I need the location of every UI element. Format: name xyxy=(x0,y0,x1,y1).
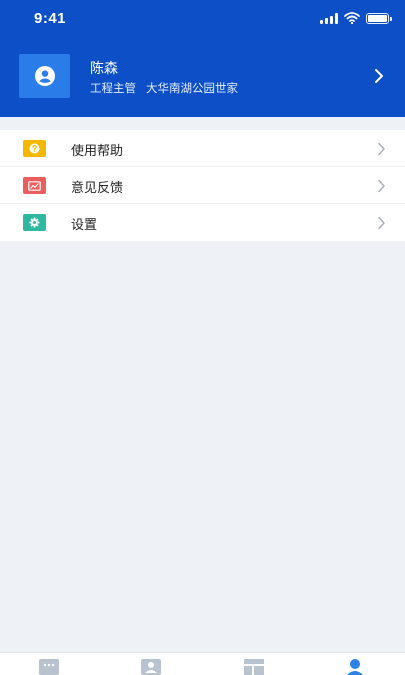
menu-item-settings[interactable]: 设置 xyxy=(0,204,405,241)
tab-messages[interactable] xyxy=(19,653,79,675)
chevron-right-icon xyxy=(378,216,385,230)
feedback-icon xyxy=(23,177,46,194)
menu-item-label: 使用帮助 xyxy=(71,144,124,159)
status-bar: 9:41 xyxy=(0,0,405,40)
user-name: 陈森 xyxy=(90,61,118,77)
user-role: 工程主管 xyxy=(90,81,136,95)
wifi-icon xyxy=(344,12,360,24)
signal-icon xyxy=(320,12,338,24)
bottom-tab-bar xyxy=(0,652,405,675)
tab-workbench[interactable] xyxy=(224,653,284,675)
profile-card[interactable]: 陈森 工程主管 大华南湖公园世家 xyxy=(0,54,405,100)
menu-item-feedback[interactable]: 意见反馈 xyxy=(0,167,405,204)
tab-profile[interactable] xyxy=(325,653,385,675)
tab-contacts[interactable] xyxy=(121,653,181,675)
workbench-icon xyxy=(244,659,264,675)
menu-item-label: 设置 xyxy=(71,218,98,233)
profile-icon xyxy=(347,659,363,675)
user-avatar-icon xyxy=(34,66,55,86)
gear-icon xyxy=(23,214,46,231)
profile-header: 9:41 陈森 工程主管 大华南湖公园世家 xyxy=(0,0,405,117)
battery-icon xyxy=(366,12,392,24)
avatar[interactable] xyxy=(19,54,70,98)
chevron-right-icon xyxy=(378,179,385,193)
message-icon xyxy=(39,659,59,675)
menu-item-label: 意见反馈 xyxy=(71,181,124,196)
settings-menu: 使用帮助 意见反馈 设置 xyxy=(0,130,405,241)
help-icon xyxy=(23,140,46,157)
profile-screen: 9:41 陈森 工程主管 大华南湖公园世家 使用帮助 意见反馈 设置 xyxy=(0,0,405,675)
chevron-right-icon xyxy=(378,142,385,156)
status-icons xyxy=(320,12,392,24)
menu-item-help[interactable]: 使用帮助 xyxy=(0,130,405,167)
user-project: 大华南湖公园世家 xyxy=(146,81,238,95)
user-meta: 工程主管 大华南湖公园世家 xyxy=(90,80,238,96)
chevron-right-icon[interactable] xyxy=(373,68,385,84)
status-time: 9:41 xyxy=(34,10,67,27)
contacts-icon xyxy=(141,659,161,675)
